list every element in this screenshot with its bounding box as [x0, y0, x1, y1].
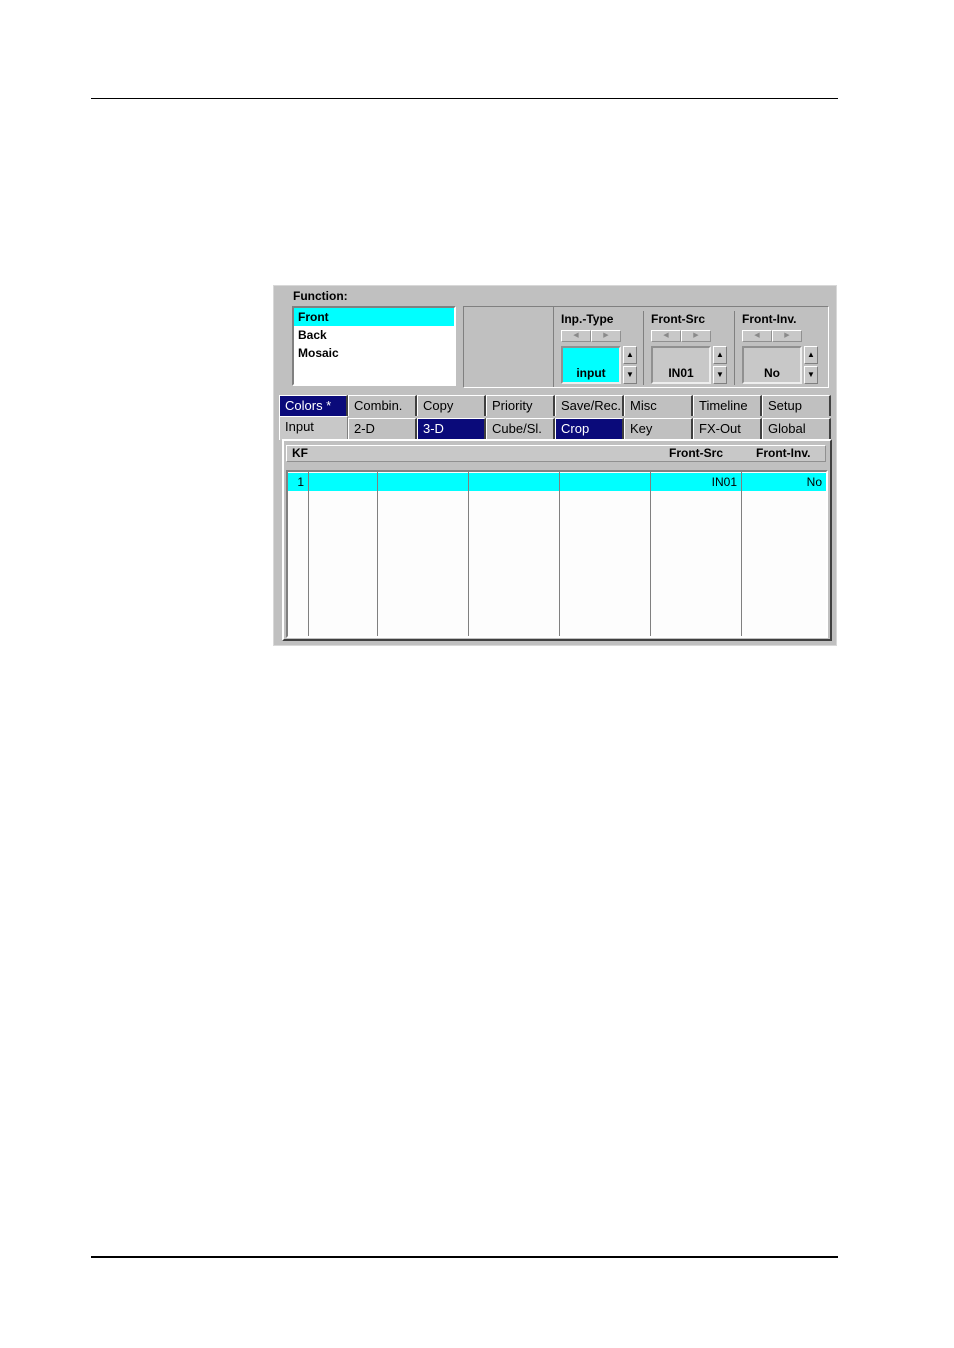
param-inp-type: Inp.-Type ◀ ▶ input ▲ ▼ [554, 307, 644, 387]
tab-input[interactable]: Input [279, 416, 348, 440]
tab-save-rec[interactable]: Save/Rec. [555, 395, 624, 416]
tab-combin[interactable]: Combin. [348, 395, 417, 416]
tab-colors[interactable]: Colors * [279, 395, 348, 416]
column-divider [559, 472, 560, 636]
right-arrow-icon[interactable]: ▶ [681, 330, 711, 342]
table-header: KF Front-Src Front-Inv. [286, 445, 826, 462]
param-value[interactable]: No [742, 346, 802, 384]
left-arrow-icon[interactable]: ◀ [561, 330, 591, 342]
table-body: 1 IN01 No [286, 470, 828, 638]
function-list[interactable]: Front Back Mosaic [292, 306, 456, 386]
tab-crop[interactable]: Crop [555, 418, 624, 439]
param-front-inv: Front-Inv. ◀ ▶ No ▲ ▼ [735, 307, 825, 387]
tab-timeline[interactable]: Timeline [693, 395, 762, 416]
function-label: Function: [293, 289, 348, 303]
column-divider [468, 472, 469, 636]
cell [560, 473, 650, 491]
table-row[interactable]: 1 IN01 No [288, 473, 826, 491]
cell-front-inv: No [806, 475, 822, 489]
tab-misc[interactable]: Misc [624, 395, 693, 416]
column-header-front-src[interactable]: Front-Src [669, 446, 723, 461]
left-arrow-icon[interactable]: ◀ [651, 330, 681, 342]
page-header-rule [91, 98, 838, 99]
tab-setup[interactable]: Setup [762, 395, 831, 416]
column-header-front-inv[interactable]: Front-Inv. [756, 446, 810, 461]
down-arrow-icon[interactable]: ▼ [623, 366, 637, 384]
up-arrow-icon[interactable]: ▲ [804, 346, 818, 364]
param-title: Front-Src [651, 312, 705, 326]
column-divider [377, 472, 378, 636]
tab-2d[interactable]: 2-D [348, 418, 417, 439]
tab-key[interactable]: Key [624, 418, 693, 439]
empty-parameter-area [464, 307, 554, 387]
function-item-back[interactable]: Back [294, 326, 454, 344]
tab-cube-sl[interactable]: Cube/Sl. [486, 418, 555, 439]
left-arrow-icon[interactable]: ◀ [742, 330, 772, 342]
column-header-kf[interactable]: KF [292, 446, 308, 461]
param-value[interactable]: IN01 [651, 346, 711, 384]
down-arrow-icon[interactable]: ▼ [713, 366, 727, 384]
parameter-group: Inp.-Type ◀ ▶ input ▲ ▼ Front-Src ◀ ▶ IN… [463, 306, 829, 388]
param-title: Front-Inv. [742, 312, 797, 326]
column-divider [650, 472, 651, 636]
tab-copy[interactable]: Copy [417, 395, 486, 416]
function-item-mosaic[interactable]: Mosaic [294, 344, 454, 362]
down-arrow-icon[interactable]: ▼ [804, 366, 818, 384]
function-item-front[interactable]: Front [294, 308, 454, 326]
column-divider [741, 472, 742, 636]
keyframe-panel: Function: Front Back Mosaic Inp.-Type ◀ … [273, 285, 837, 646]
keyframe-table: KF Front-Src Front-Inv. 1 IN01 No [282, 439, 832, 641]
cell-front-src: IN01 [711, 475, 737, 489]
param-title: Inp.-Type [561, 312, 614, 326]
up-arrow-icon[interactable]: ▲ [623, 346, 637, 364]
param-front-src: Front-Src ◀ ▶ IN01 ▲ ▼ [644, 307, 734, 387]
tab-3d[interactable]: 3-D [417, 418, 486, 439]
column-divider [308, 472, 309, 636]
param-value[interactable]: input [561, 346, 621, 384]
cell [309, 473, 377, 491]
cell [469, 473, 559, 491]
cell-kf: 1 [297, 475, 304, 489]
tab-global[interactable]: Global [762, 418, 831, 439]
page-footer-rule [91, 1256, 838, 1258]
tab-priority[interactable]: Priority [486, 395, 555, 416]
tab-fx-out[interactable]: FX-Out [693, 418, 762, 439]
cell [378, 473, 468, 491]
tab-bar: Colors * Combin. Copy Priority Save/Rec.… [279, 394, 832, 440]
up-arrow-icon[interactable]: ▲ [713, 346, 727, 364]
right-arrow-icon[interactable]: ▶ [772, 330, 802, 342]
right-arrow-icon[interactable]: ▶ [591, 330, 621, 342]
